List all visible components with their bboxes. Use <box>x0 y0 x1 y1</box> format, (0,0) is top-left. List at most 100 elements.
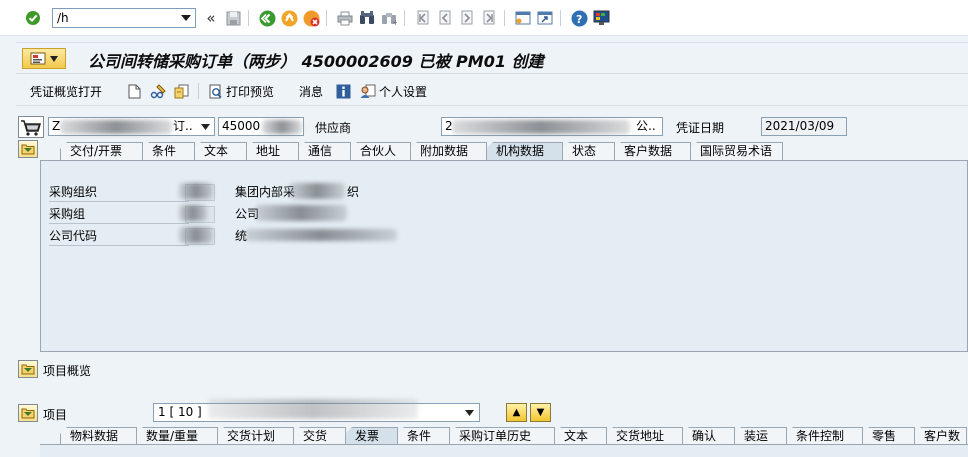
menu-button[interactable] <box>22 48 66 69</box>
cart-button[interactable] <box>18 116 44 138</box>
personal-settings-label: 个人设置 <box>379 84 428 99</box>
find-icon[interactable] <box>358 9 376 27</box>
expand-item-overview-button[interactable] <box>18 360 38 378</box>
folder-icon <box>21 144 35 155</box>
menu-icon <box>30 52 46 64</box>
command-field[interactable] <box>52 8 196 28</box>
shortcut-icon[interactable] <box>536 9 554 27</box>
previous-page-icon[interactable] <box>436 9 454 27</box>
org-data-panel: 采购组织 集团内部采织 采购组 公司 公司代码 统 <box>40 160 968 352</box>
company-code-label: 公司代码 <box>49 227 189 246</box>
first-page-icon[interactable] <box>414 9 432 27</box>
item-tab-1[interactable]: 数量/重量 <box>136 427 218 445</box>
messages-button[interactable]: 消息 <box>299 82 323 100</box>
chevron-down-icon[interactable] <box>201 124 210 130</box>
header-tab-9[interactable]: 客户数据 <box>614 142 691 160</box>
item-tab-5[interactable]: 条件 <box>397 427 450 445</box>
page-title: 公司间转储采购订单（两步） 4500002609 已被 PM01 创建 <box>88 52 544 71</box>
title-bar: 公司间转储采购订单（两步） 4500002609 已被 PM01 创建 <box>16 42 968 74</box>
print-preview-button[interactable]: 打印预览 <box>208 82 274 100</box>
header-tab-5[interactable]: 合伙人 <box>350 142 411 160</box>
find-next-icon[interactable]: + <box>380 9 398 27</box>
item-tab-8[interactable]: 交货地址 <box>606 427 683 445</box>
header-tab-10[interactable]: 国际贸易术语 <box>690 142 783 160</box>
personal-settings-icon <box>360 84 376 98</box>
application-toolbar: 凭证概览打开 打印预览 消息 个人设置 <box>16 76 968 106</box>
enter-icon[interactable] <box>24 9 42 27</box>
document-overview-button[interactable]: 凭证概览打开 <box>30 82 102 100</box>
previous-item-button[interactable]: ▲ <box>506 403 527 422</box>
item-tab-4[interactable]: 发票 <box>345 427 398 445</box>
item-select-value: 1 [ 10 ] <box>158 405 202 419</box>
print-preview-icon <box>209 84 222 98</box>
item-tab-12[interactable]: 零售 <box>862 427 915 445</box>
item-tab-11[interactable]: 条件控制 <box>786 427 863 445</box>
header-tab-8[interactable]: 状态 <box>562 142 615 160</box>
personal-settings-button[interactable]: 个人设置 <box>360 82 427 100</box>
print-icon[interactable] <box>336 9 354 27</box>
supplier-suffix: 公.. <box>636 119 656 133</box>
document-overview-label: 凭证概览打开 <box>30 84 103 99</box>
save-icon[interactable] <box>224 9 242 27</box>
header-tab-1[interactable]: 条件 <box>142 142 195 160</box>
system-toolbar: « + ? <box>0 0 968 36</box>
item-detail-panel <box>40 444 968 457</box>
header-tab-0[interactable]: 交付/开票 <box>60 142 143 160</box>
item-tab-0[interactable]: 物料数据 <box>60 427 137 445</box>
item-tab-7[interactable]: 文本 <box>554 427 607 445</box>
caret-down-icon <box>50 55 58 62</box>
item-tab-3[interactable]: 交货 <box>293 427 346 445</box>
item-tab-9[interactable]: 确认 <box>682 427 735 445</box>
customize-layout-icon[interactable] <box>592 9 610 27</box>
double-chevron-left-icon[interactable]: « <box>202 9 220 27</box>
header-tab-2[interactable]: 文本 <box>194 142 247 160</box>
header-tab-4[interactable]: 通信 <box>298 142 351 160</box>
next-page-icon[interactable] <box>458 9 476 27</box>
info-icon <box>336 84 351 98</box>
item-label: 项目 <box>43 408 68 422</box>
arrow-down-icon: ▼ <box>536 406 545 418</box>
exit-icon[interactable] <box>280 9 298 27</box>
purchasing-org-label: 采购组织 <box>49 183 189 202</box>
item-tabstrip: 物料数据 数量/重量 交货计划 交货 发票 条件 采购订单历史 文本 交货地址 确认 装运 条件控制零… <box>60 427 967 445</box>
document-type-value: Z <box>52 119 61 133</box>
cancel-icon[interactable] <box>302 9 320 27</box>
arrow-up-icon: ▲ <box>512 406 521 418</box>
item-tab-10[interactable]: 装运 <box>734 427 787 445</box>
header-tab-3[interactable]: 地址 <box>246 142 299 160</box>
shopping-cart-icon <box>21 119 41 136</box>
folder-icon <box>21 364 35 375</box>
display-change-button[interactable] <box>150 82 167 100</box>
back-icon[interactable] <box>258 9 276 27</box>
other-document-button[interactable] <box>174 82 190 100</box>
document-date-value: 2021/03/09 <box>765 119 835 133</box>
messages-label: 消息 <box>299 84 324 99</box>
new-document-button[interactable] <box>128 82 141 100</box>
expand-item-detail-button[interactable] <box>18 404 38 422</box>
chevron-down-icon[interactable] <box>465 410 474 416</box>
item-tab-2[interactable]: 交货计划 <box>217 427 294 445</box>
new-session-icon[interactable] <box>514 9 532 27</box>
item-tab-13[interactable]: 客户数 <box>914 427 967 445</box>
command-input[interactable] <box>53 9 177 27</box>
item-tab-6[interactable]: 采购订单历史 <box>449 427 555 445</box>
header-tab-6[interactable]: 附加数据 <box>410 142 487 160</box>
new-document-icon <box>128 84 141 98</box>
folder-icon <box>21 408 35 419</box>
expand-header-button[interactable] <box>18 140 38 158</box>
document-date-label: 凭证日期 <box>676 121 725 135</box>
po-number-value: 45000 <box>222 119 261 133</box>
help-icon[interactable]: ? <box>570 9 588 27</box>
header-tabstrip: 交付/开票 条件 文本 地址 通信 合伙人 附加数据 机构数据 状态 客户数据 国际贸易术语 <box>60 142 783 160</box>
pencil-glasses-icon <box>150 83 166 98</box>
last-page-icon[interactable] <box>480 9 498 27</box>
info-button[interactable] <box>336 82 351 100</box>
chevron-down-icon[interactable] <box>177 9 195 27</box>
document-type-suffix: 订.. <box>173 119 193 133</box>
supplier-label: 供应商 <box>315 121 352 135</box>
other-document-icon <box>174 84 189 98</box>
next-item-button[interactable]: ▼ <box>530 403 551 422</box>
document-date-field[interactable]: 2021/03/09 <box>761 117 847 136</box>
header-tab-7[interactable]: 机构数据 <box>486 142 563 160</box>
item-overview-label: 项目概览 <box>43 364 92 378</box>
